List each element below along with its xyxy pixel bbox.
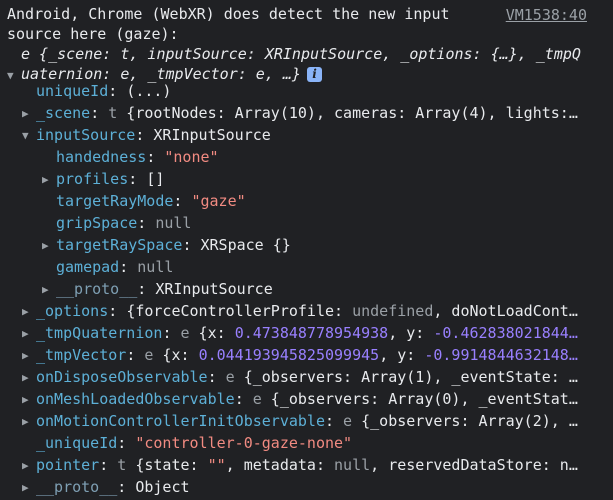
collapsed-triangle-icon[interactable]: ▶ [42,169,56,191]
property-value: {_observers: Array(2), … [352,412,578,430]
property-key: pointer [36,456,100,474]
property-row-handedness[interactable]: handedness: "none" [42,146,219,168]
property-key: onDisposeObservable [36,368,208,386]
collapsed-triangle-icon[interactable]: ▶ [22,367,36,389]
property-value: [] [146,170,165,188]
expanded-triangle-icon[interactable]: ▼ [22,125,36,147]
source-location-link[interactable]: VM1538:40 [506,4,587,26]
property-row-scene[interactable]: ▶ _scene: t {rootNodes: Array(10), camera… [22,102,578,124]
property-key: _tmpVector [36,346,127,364]
property-row-options[interactable]: ▶ _options: {forceControllerProfile: unde… [22,300,578,322]
property-key: gamepad [56,258,120,276]
property-row-targetRaySpace[interactable]: ▶ targetRaySpace: XRSpace {} [42,234,291,256]
property-row-onDisposeObservable[interactable]: ▶ onDisposeObservable: e {_observers: Arr… [22,366,578,388]
property-row-gamepad[interactable]: gamepad: null [42,256,173,278]
property-row-pointer[interactable]: ▶ pointer: t {state: "", metadata: null, … [22,454,578,476]
property-key: _tmpQuaternion [36,324,163,342]
property-row-uniqueId[interactable]: uniqueId: (...) [22,80,171,102]
property-value: "controller-0-gaze-none" [135,434,353,452]
property-row-tmpQuaternion[interactable]: ▶ _tmpQuaternion: e {x: 0.473848778954938… [22,322,578,344]
collapsed-triangle-icon[interactable]: ▶ [22,477,36,499]
property-key: onMeshLoadedObservable [36,390,235,408]
property-key: uniqueId [36,82,109,100]
property-row-onMotionControllerInitObservable[interactable]: ▶ onMotionControllerInitObservable: e {_o… [22,410,578,432]
property-row-onMeshLoadedObservable[interactable]: ▶ onMeshLoadedObservable: e {_observers: … [22,388,578,410]
property-value: XRSpace {} [200,236,291,254]
property-row-uniqueId-private[interactable]: _uniqueId: "controller-0-gaze-none" [22,432,352,454]
property-key: inputSource [36,126,136,144]
property-value: {_observers: Array(0), _eventStat… [261,390,578,408]
collapsed-triangle-icon[interactable]: ▶ [22,389,36,411]
property-row-proto-object[interactable]: ▶ __proto__: Object [22,476,190,498]
info-icon[interactable]: i [306,67,322,82]
property-key: __proto__ [36,478,118,496]
collapsed-triangle-icon[interactable]: ▶ [42,279,56,301]
property-value: XRInputSource [153,126,271,144]
property-value: {rootNodes: Array(10), cameras: Array(4)… [117,104,578,122]
property-key: targetRaySpace [56,236,183,254]
property-row-gripSpace[interactable]: gripSpace: null [42,212,191,234]
property-row-profiles[interactable]: ▶ profiles: [] [42,168,164,190]
collapsed-triangle-icon[interactable]: ▶ [22,345,36,367]
property-value: XRInputSource [155,280,273,298]
collapsed-triangle-icon[interactable]: ▶ [42,235,56,257]
property-row-tmpVector[interactable]: ▶ _tmpVector: e {x: 0.044193945825099945,… [22,344,578,366]
property-key: profiles [56,170,129,188]
property-key: gripSpace [56,214,138,232]
property-value: null [155,214,192,232]
property-value: null [137,258,174,276]
property-value[interactable]: (...) [126,82,171,100]
property-key: _uniqueId [36,434,118,452]
property-key: __proto__ [56,280,138,298]
property-row-targetRayMode[interactable]: targetRayMode: "gaze" [42,190,246,212]
collapsed-triangle-icon[interactable]: ▶ [22,455,36,477]
property-key: handedness [56,148,147,166]
property-key: _scene [36,104,91,122]
expanded-triangle-icon[interactable]: ▼ [7,66,21,86]
devtools-console: Android, Chrome (WebXR) does detect the … [0,0,613,500]
collapsed-triangle-icon[interactable]: ▶ [22,411,36,433]
collapsed-triangle-icon[interactable]: ▶ [22,301,36,323]
collapsed-triangle-icon[interactable]: ▶ [22,323,36,345]
property-key: _options [36,302,109,320]
property-value: "none" [164,148,219,166]
property-row-proto-inputsource[interactable]: ▶ __proto__: XRInputSource [42,278,273,300]
property-key: targetRayMode [56,192,174,210]
property-row-inputSource[interactable]: ▼ inputSource: XRInputSource [22,124,271,146]
object-summary[interactable]: ▼ e {_scene: t, inputSource: XRInputSour… [7,44,607,84]
object-summary-line-1: e {_scene: t, inputSource: XRInputSource… [21,45,581,63]
property-value: {_observers: Array(1), _eventState: … [234,368,578,386]
collapsed-triangle-icon[interactable]: ▶ [22,103,36,125]
property-value: "gaze" [191,192,246,210]
property-value: Object [135,478,190,496]
property-key: onMotionControllerInitObservable [36,412,325,430]
console-log-message: Android, Chrome (WebXR) does detect the … [7,5,459,43]
